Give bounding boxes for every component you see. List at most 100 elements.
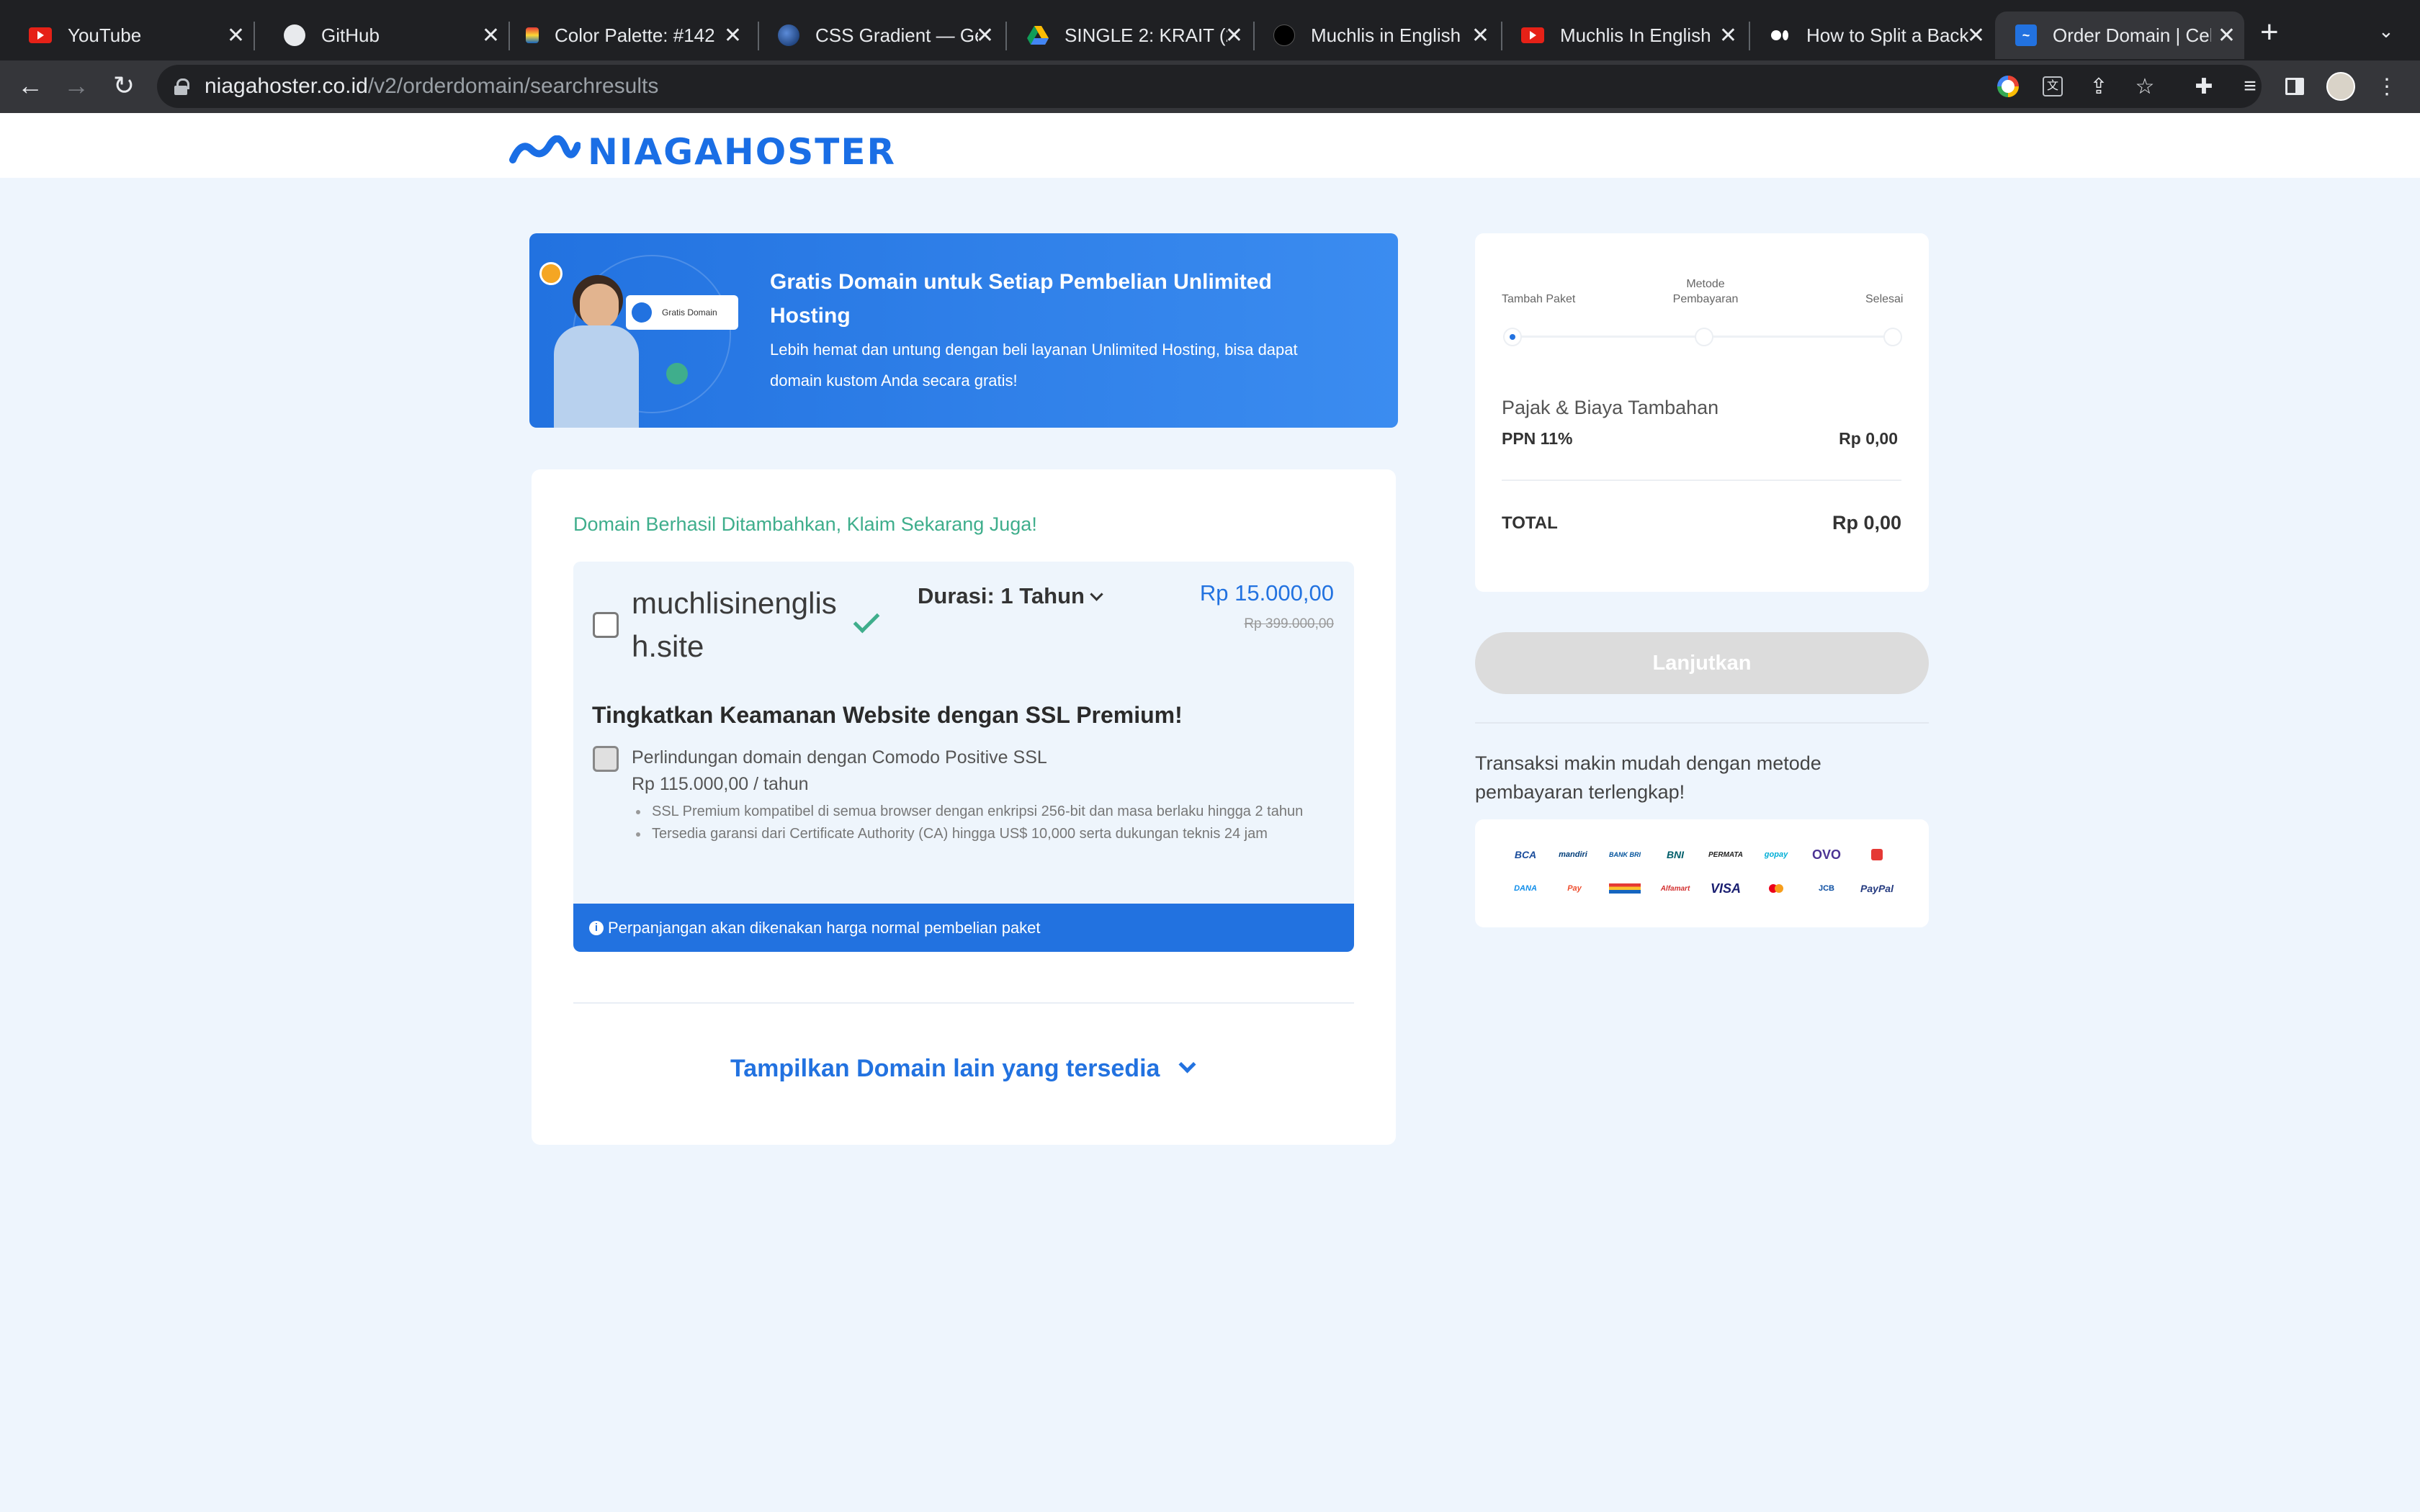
logo-text: NIAGAHOSTER: [588, 131, 897, 173]
bri-logo: BANK BRI: [1609, 851, 1641, 858]
tab-label: Muchlis In English: [1560, 24, 1711, 46]
domain-name: muchlisinenglis h.site: [632, 582, 848, 668]
tab-label: How to Split a Back: [1806, 24, 1969, 46]
tab-google-drive[interactable]: SINGLE 2: KRAIT (2 ✕: [998, 12, 1252, 59]
tab-muchlis-channel[interactable]: Muchlis in English ✕: [1245, 12, 1498, 59]
close-icon[interactable]: ✕: [1471, 23, 1489, 48]
side-panel-icon[interactable]: [2280, 72, 2309, 101]
permata-logo: PERMATA: [1708, 850, 1743, 859]
tab-medium[interactable]: How to Split a Back ✕: [1740, 12, 1994, 59]
close-icon[interactable]: ✕: [227, 23, 245, 48]
github-icon: [284, 24, 305, 46]
toolbar: ← → ↻ niagahoster.co.id/v2/orderdomain/s…: [0, 60, 2420, 113]
total-label: TOTAL: [1502, 513, 1558, 533]
share-icon[interactable]: ⇪: [2084, 72, 2113, 101]
medium-icon: [1769, 24, 1791, 46]
tab-strip: YouTube ✕ GitHub ✕ Color Palette: #142 ✕…: [0, 0, 2420, 60]
domain-checkbox[interactable]: [593, 612, 619, 638]
success-message: Domain Berhasil Ditambahkan, Klaim Sekar…: [573, 513, 1037, 535]
drive-icon: [1027, 24, 1049, 46]
close-icon[interactable]: ✕: [2218, 23, 2236, 48]
tab-label: SINGLE 2: KRAIT (2: [1065, 24, 1227, 46]
close-icon[interactable]: ✕: [724, 23, 742, 48]
step-dot-active: [1503, 328, 1522, 346]
jcb-logo: JCB: [1818, 884, 1834, 893]
gradient-icon: [778, 24, 799, 46]
menu-icon[interactable]: ⋮: [2372, 72, 2401, 101]
tab-color-palette[interactable]: Color Palette: #142 ✕: [497, 12, 750, 59]
new-tab-icon[interactable]: +: [2260, 14, 2279, 50]
close-icon[interactable]: ✕: [1967, 23, 1985, 48]
info-icon: i: [589, 920, 604, 935]
payment-methods-text: Transaksi makin mudah dengan metode pemb…: [1475, 752, 1821, 803]
tab-youtube[interactable]: YouTube ✕: [0, 12, 254, 59]
tab-muchlis-youtube[interactable]: Muchlis In English ✕: [1492, 12, 1746, 59]
tag-icon: [666, 363, 688, 384]
url-path: /v2/orderdomain/searchresults: [367, 74, 659, 98]
google-icon[interactable]: [1994, 72, 2022, 101]
bca-logo: BCA: [1514, 849, 1537, 860]
chevron-down-icon: [1090, 588, 1103, 601]
dana-logo: DANA: [1514, 884, 1537, 893]
payment-methods-card: [1475, 819, 1929, 927]
domain-name-line2: h.site: [632, 629, 704, 663]
close-icon[interactable]: ✕: [976, 23, 994, 48]
ssl-feature-item: SSL Premium kompatibel di semua browser …: [632, 801, 1330, 823]
close-icon[interactable]: ✕: [1719, 23, 1737, 48]
renewal-notice-text: Perpanjangan akan dikenakan harga normal…: [608, 918, 1041, 937]
person-body: [554, 325, 639, 428]
forward-icon[interactable]: →: [60, 71, 92, 101]
globe-icon: [632, 302, 652, 323]
indomaret-logo: [1606, 881, 1644, 896]
tab-label: Color Palette: #142: [555, 24, 715, 46]
person-face: [580, 284, 619, 328]
step-dot: [1695, 328, 1713, 346]
divider: [1475, 722, 1929, 724]
step-label: Selesai: [1865, 293, 1904, 305]
logo[interactable]: NIAGAHOSTER: [508, 131, 896, 173]
mandiri-logo: mandiri: [1559, 850, 1587, 859]
niagahoster-icon: ~: [2015, 24, 2037, 46]
tab-label: GitHub: [321, 24, 380, 46]
paypal-logo: PayPal: [1860, 883, 1894, 894]
visa-logo: VISA: [1710, 881, 1741, 896]
tax-title: Pajak & Biaya Tambahan: [1502, 397, 1719, 418]
banner-title: Gratis Domain untuk Setiap Pembelian Unl…: [770, 270, 1272, 328]
extensions-icon[interactable]: ✚: [2190, 72, 2218, 101]
ppn-label: PPN 11%: [1502, 429, 1573, 448]
shop-logo: [1858, 847, 1896, 863]
domain-name-line1: muchlisinenglis: [632, 586, 837, 620]
step-dot: [1883, 328, 1902, 346]
continue-button[interactable]: Lanjutkan: [1475, 632, 1929, 694]
ovo-logo: OVO: [1811, 847, 1841, 862]
translate-icon[interactable]: 文: [2038, 72, 2067, 101]
logo-wave-icon: [509, 135, 581, 163]
bookmark-star-icon[interactable]: ☆: [2130, 72, 2159, 101]
url-host: niagahoster.co.id: [205, 74, 368, 98]
step-label: Metode Pembayaran: [1672, 278, 1739, 305]
tab-label: CSS Gradient — Ge: [815, 24, 978, 46]
reload-icon[interactable]: ↻: [108, 71, 140, 101]
step-label: Tambah Paket: [1502, 293, 1576, 305]
address-bar[interactable]: niagahoster.co.id/v2/orderdomain/searchr…: [157, 65, 2262, 108]
bni-logo: BNI: [1666, 849, 1685, 860]
close-icon[interactable]: ✕: [1225, 23, 1243, 48]
shopeepay-logo: Pay: [1567, 884, 1582, 893]
duration-label: Durasi: 1 Tahun: [918, 583, 1085, 608]
badge-label: Gratis Domain: [662, 307, 717, 318]
chevron-down-icon[interactable]: ⌄: [2378, 20, 2394, 42]
ssl-checkbox[interactable]: [593, 746, 619, 772]
ssl-features: SSL Premium kompatibel di semua browser …: [632, 801, 1330, 845]
media-control-icon[interactable]: ≡: [2236, 72, 2264, 101]
profile-avatar[interactable]: [2326, 72, 2355, 101]
back-icon[interactable]: ←: [14, 71, 46, 101]
divider: [573, 1002, 1354, 1004]
duration-dropdown[interactable]: Durasi: 1 Tahun: [918, 583, 1103, 609]
tab-label: YouTube: [68, 24, 142, 46]
tab-label: Muchlis in English: [1311, 24, 1461, 46]
tab-css-gradient[interactable]: CSS Gradient — Ge ✕: [749, 12, 1003, 59]
tab-order-domain[interactable]: ~ Order Domain | Cel ✕: [1995, 12, 2244, 59]
tab-github[interactable]: GitHub ✕: [255, 12, 508, 59]
ssl-feature-item: Tersedia garansi dari Certificate Author…: [632, 823, 1330, 845]
show-more-domains-link[interactable]: Tampilkan Domain lain yang tersedia: [730, 1055, 1160, 1083]
